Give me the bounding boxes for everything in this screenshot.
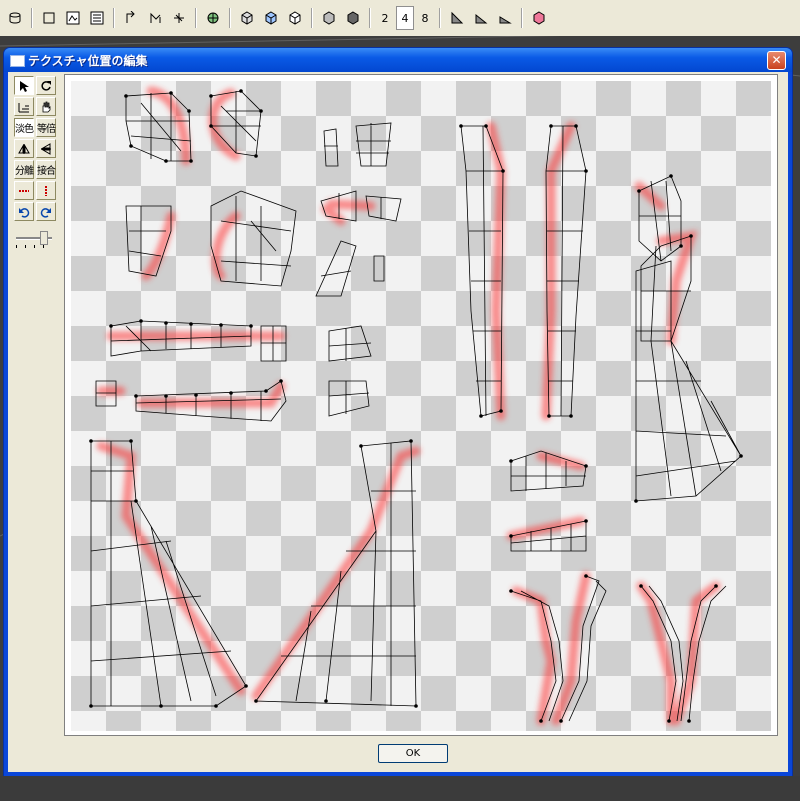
texture-edit-dialog: テクスチャ位置の編集 ✕ 淡色 等倍 分離 接合 OK bbox=[4, 48, 792, 776]
arrow-merge-icon[interactable] bbox=[144, 6, 166, 30]
arrow-split-icon[interactable] bbox=[120, 6, 142, 30]
toolbar-separator bbox=[369, 8, 371, 28]
globe-icon[interactable] bbox=[202, 6, 224, 30]
toolbar-separator bbox=[195, 8, 197, 28]
subdivision-2-button[interactable]: 2 bbox=[376, 6, 394, 30]
toolbar-separator bbox=[311, 8, 313, 28]
uv-canvas[interactable] bbox=[71, 81, 771, 731]
dialog-title: テクスチャ位置の編集 bbox=[28, 54, 148, 68]
arrow-vertex-icon[interactable] bbox=[168, 6, 190, 30]
rotate-icon[interactable] bbox=[36, 76, 56, 95]
undo-icon[interactable] bbox=[14, 202, 34, 221]
cube-a-icon[interactable] bbox=[236, 6, 258, 30]
toolbar-separator bbox=[229, 8, 231, 28]
window-icon bbox=[10, 55, 25, 67]
thin-color-button[interactable]: 淡色 bbox=[14, 118, 34, 137]
cube-e-icon[interactable] bbox=[342, 6, 364, 30]
select-arrow-icon[interactable] bbox=[14, 76, 34, 95]
triangle-b-icon[interactable] bbox=[470, 6, 492, 30]
tool-palette: 淡色 等倍 分離 接合 bbox=[14, 76, 62, 248]
cube-d-icon[interactable] bbox=[318, 6, 340, 30]
triangle-a-icon[interactable] bbox=[446, 6, 468, 30]
square-icon[interactable] bbox=[38, 6, 60, 30]
horizontal-seam-icon[interactable] bbox=[14, 181, 34, 200]
toolbar-separator bbox=[521, 8, 523, 28]
toolbar-separator bbox=[439, 8, 441, 28]
slider-thumb[interactable] bbox=[40, 231, 48, 245]
subdivision-4-button[interactable]: 4 bbox=[396, 6, 414, 30]
toolbar-separator bbox=[31, 8, 33, 28]
equal-scale-button[interactable]: 等倍 bbox=[36, 118, 56, 137]
cylinder-icon[interactable] bbox=[4, 6, 26, 30]
join-button[interactable]: 接合 bbox=[36, 160, 56, 179]
uv-canvas-frame bbox=[64, 74, 778, 736]
vertical-seam-icon[interactable] bbox=[36, 181, 56, 200]
app-statusbar bbox=[0, 776, 800, 801]
cube-c-icon[interactable] bbox=[284, 6, 306, 30]
uv-mesh-layer bbox=[89, 86, 743, 726]
zoom-slider[interactable] bbox=[14, 229, 54, 248]
close-button[interactable]: ✕ bbox=[767, 51, 786, 70]
subdivision-8-button[interactable]: 8 bbox=[416, 6, 434, 30]
redo-icon[interactable] bbox=[36, 202, 56, 221]
hand-pan-icon[interactable] bbox=[36, 97, 56, 116]
split-button[interactable]: 分離 bbox=[14, 160, 34, 179]
dialog-titlebar[interactable]: テクスチャ位置の編集 ✕ bbox=[4, 48, 792, 72]
toolbar-separator bbox=[113, 8, 115, 28]
cube-b-icon[interactable] bbox=[260, 6, 282, 30]
flip-vertical-icon[interactable] bbox=[36, 139, 56, 158]
material-icon[interactable] bbox=[528, 6, 550, 30]
tex-b-icon[interactable] bbox=[86, 6, 108, 30]
scale-icon[interactable] bbox=[14, 97, 34, 116]
triangle-c-icon[interactable] bbox=[494, 6, 516, 30]
flip-horizontal-icon[interactable] bbox=[14, 139, 34, 158]
slider-ticks bbox=[16, 245, 52, 248]
tex-a-icon[interactable] bbox=[62, 6, 84, 30]
app-toolbar: 2 4 8 bbox=[0, 0, 800, 37]
ok-button[interactable]: OK bbox=[378, 744, 448, 763]
toolbar-group-main: 2 4 8 bbox=[4, 6, 550, 30]
dialog-client: 淡色 等倍 分離 接合 OK bbox=[8, 72, 788, 772]
